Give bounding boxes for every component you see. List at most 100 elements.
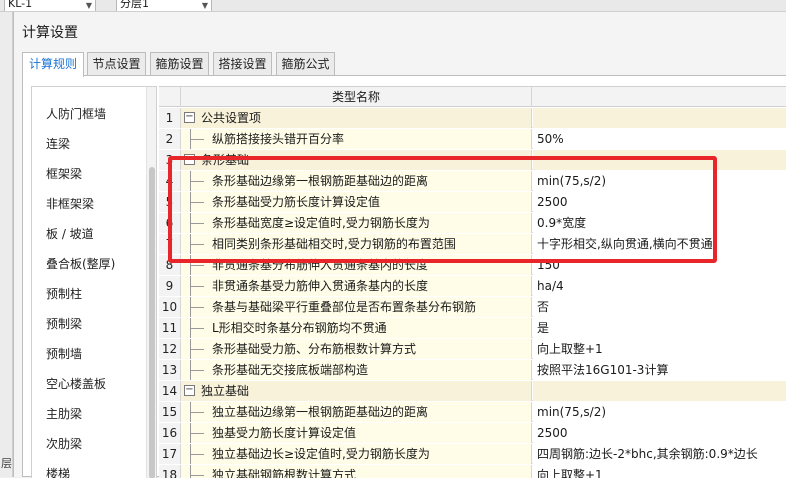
table-row[interactable]: 6 条形基础宽度≥设定值时,受力钢筋长度为 0.9*宽度 xyxy=(159,213,786,233)
row-number-header xyxy=(159,87,181,107)
tree-branch xyxy=(190,412,204,413)
setting-value-cell[interactable]: 是 xyxy=(533,318,786,338)
sidebar-item[interactable]: 预制墙 xyxy=(32,339,148,369)
dialog-title: 计算设置 xyxy=(22,25,78,41)
settings-table: 类型名称 1− 公共设置项 2 纵筋搭接接头错开百分率 50% 3− 条形基础 4 条形基础边缘… xyxy=(159,86,786,478)
sidebar-item[interactable]: 预制柱 xyxy=(32,279,148,309)
setting-value-cell[interactable]: 2500 xyxy=(533,192,786,212)
table-row[interactable]: 2 纵筋搭接接头错开百分率 50% xyxy=(159,129,786,149)
sidebar-scroll-thumb[interactable] xyxy=(149,167,155,478)
setting-value-cell[interactable]: min(75,s/2) xyxy=(533,171,786,191)
table-row[interactable]: 9 非贯通条基受力筋伸入贯通条基内的长度 ha/4 xyxy=(159,276,786,296)
sidebar-item[interactable]: 预制梁 xyxy=(32,309,148,339)
setting-name-cell: 条形基础受力筋、分布筋根数计算方式 xyxy=(181,339,532,359)
table-row[interactable]: 7 相同类别条形基础相交时,受力钢筋的布置范围 十字形相交,纵向贯通,横向不贯通; xyxy=(159,234,786,254)
sidebar-item[interactable]: 人防门框墙 xyxy=(32,99,148,129)
setting-value-cell[interactable]: min(75,s/2) xyxy=(533,402,786,422)
component-select[interactable]: KL-1 ▼ xyxy=(4,0,96,11)
setting-value-cell[interactable]: 十字形相交,纵向贯通,横向不贯通; xyxy=(533,234,786,254)
tree-branch xyxy=(190,223,204,224)
setting-value-cell[interactable]: 否 xyxy=(533,297,786,317)
setting-value-cell[interactable]: 向上取整+1 xyxy=(533,339,786,359)
table-row[interactable]: 15 独立基础边缘第一根钢筋距基础边的距离 min(75,s/2) xyxy=(159,402,786,422)
table-header: 类型名称 xyxy=(159,87,786,107)
sidebar-item[interactable]: 板 / 坡道 xyxy=(32,219,148,249)
setting-value-cell[interactable]: 0.9*宽度 xyxy=(533,213,786,233)
table-row[interactable]: 4 条形基础边缘第一根钢筋距基础边的距离 min(75,s/2) xyxy=(159,171,786,191)
setting-name-cell: 非贯通条基受力筋伸入贯通条基内的长度 xyxy=(181,276,532,296)
row-number: 6 xyxy=(159,213,181,233)
setting-value-cell xyxy=(533,150,786,170)
row-number: 11 xyxy=(159,318,181,338)
table-group-row[interactable]: 3− 条形基础 xyxy=(159,150,786,170)
tree-branch xyxy=(190,433,204,434)
chevron-down-icon: ▼ xyxy=(85,1,92,10)
setting-label: 独立基础边长≥设定值时,受力钢筋长度为 xyxy=(212,447,430,461)
layer-select[interactable]: 分层1 ▼ xyxy=(116,0,212,11)
table-row[interactable]: 16 独基受力筋长度计算设定值 2500 xyxy=(159,423,786,443)
sidebar-item[interactable]: 楼梯 xyxy=(32,459,148,478)
table-group-row[interactable]: 14− 独立基础 xyxy=(159,381,786,401)
setting-value-cell[interactable]: 50% xyxy=(533,129,786,149)
setting-value-cell[interactable]: 按照平法16G101-3计算 xyxy=(533,360,786,380)
setting-value-cell[interactable]: 四周钢筋:边长-2*bhc,其余钢筋:0.9*边长 xyxy=(533,444,786,464)
setting-value-cell[interactable]: ha/4 xyxy=(533,276,786,296)
setting-name-cell: 相同类别条形基础相交时,受力钢筋的布置范围 xyxy=(181,234,532,254)
setting-value-cell[interactable]: 150 xyxy=(533,255,786,275)
setting-value-cell[interactable]: 向上取整+1 xyxy=(533,465,786,478)
row-number: 17 xyxy=(159,444,181,464)
table-row[interactable]: 13 条形基础无交接底板端部构造 按照平法16G101-3计算 xyxy=(159,360,786,380)
sidebar-item[interactable]: 非框架梁 xyxy=(32,189,148,219)
setting-label: 独立基础边缘第一根钢筋距基础边的距离 xyxy=(212,405,429,419)
tree-branch xyxy=(190,370,204,371)
table-group-row[interactable]: 1− 公共设置项 xyxy=(159,108,786,128)
setting-name-cell: 条形基础无交接底板端部构造 xyxy=(181,360,532,380)
tab-node-settings[interactable]: 节点设置 xyxy=(87,52,146,76)
table-row[interactable]: 17 独立基础边长≥设定值时,受力钢筋长度为 四周钢筋:边长-2*bhc,其余钢筋:… xyxy=(159,444,786,464)
row-number: 18 xyxy=(159,465,181,478)
minus-box-icon[interactable]: − xyxy=(184,385,195,396)
tab-lap-settings[interactable]: 搭接设置 xyxy=(213,52,272,76)
setting-name-cell: 条基与基础梁平行重叠部位是否布置条基分布钢筋 xyxy=(181,297,532,317)
table-row[interactable]: 5 条形基础受力筋长度计算设定值 2500 xyxy=(159,192,786,212)
tree-branch xyxy=(190,139,204,140)
tree-branch xyxy=(190,265,204,266)
sidebar-item[interactable]: 框架梁 xyxy=(32,159,148,189)
setting-label: 非贯通条基受力筋伸入贯通条基内的长度 xyxy=(212,279,429,293)
minus-box-icon[interactable]: − xyxy=(184,154,195,165)
sidebar-item[interactable]: 次肋梁 xyxy=(32,429,148,459)
row-number: 3 xyxy=(159,150,181,170)
group-label: 公共设置项 xyxy=(201,111,262,125)
row-number: 1 xyxy=(159,108,181,128)
sidebar-item[interactable]: 主肋梁 xyxy=(32,399,148,429)
tab-calc-rules[interactable]: 计算规则 xyxy=(22,52,84,77)
background-side-panel: 层 xyxy=(0,12,13,477)
table-row[interactable]: 11 L形相交时条基分布钢筋均不贯通 是 xyxy=(159,318,786,338)
minus-box-icon[interactable]: − xyxy=(184,112,195,123)
setting-label: 相同类别条形基础相交时,受力钢筋的布置范围 xyxy=(212,237,456,251)
sidebar-item[interactable]: 空心楼盖板 xyxy=(32,369,148,399)
tab-stirrup-settings[interactable]: 箍筋设置 xyxy=(150,52,209,76)
row-number: 14 xyxy=(159,381,181,401)
table-row[interactable]: 10 条基与基础梁平行重叠部位是否布置条基分布钢筋 否 xyxy=(159,297,786,317)
side-panel-label: 层 xyxy=(1,457,12,470)
tree-branch xyxy=(190,181,204,182)
table-row[interactable]: 18 独立基础钢筋根数计算方式 向上取整+1 xyxy=(159,465,786,478)
table-row[interactable]: 8 非贯通条基分布筋伸入贯通条基内的长度 150 xyxy=(159,255,786,275)
sidebar-item[interactable]: 连梁 xyxy=(32,129,148,159)
setting-label: 条形基础受力筋长度计算设定值 xyxy=(212,195,381,209)
setting-name-cell: 独立基础边缘第一根钢筋距基础边的距离 xyxy=(181,402,532,422)
table-row[interactable]: 12 条形基础受力筋、分布筋根数计算方式 向上取整+1 xyxy=(159,339,786,359)
setting-name-cell: − 条形基础 xyxy=(181,150,532,170)
row-number: 5 xyxy=(159,192,181,212)
setting-name-cell: L形相交时条基分布钢筋均不贯通 xyxy=(181,318,532,338)
sidebar-scrollbar[interactable] xyxy=(146,87,156,478)
setting-name-cell: 条形基础边缘第一根钢筋距基础边的距离 xyxy=(181,171,532,191)
setting-value-cell xyxy=(533,381,786,401)
tree-branch xyxy=(190,307,204,308)
setting-label: 独基受力筋长度计算设定值 xyxy=(212,426,357,440)
setting-value-cell[interactable]: 2500 xyxy=(533,423,786,443)
tab-stirrup-formula[interactable]: 箍筋公式 xyxy=(276,52,335,76)
tree-branch xyxy=(190,244,204,245)
sidebar-item[interactable]: 叠合板(整厚) xyxy=(32,249,148,279)
